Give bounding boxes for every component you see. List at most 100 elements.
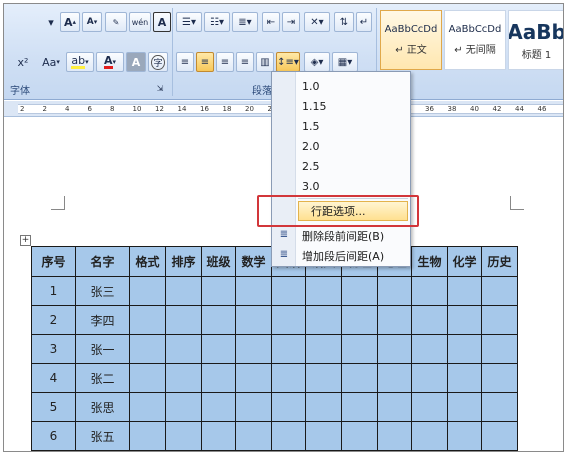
table-header-cell[interactable]: 数学	[235, 246, 272, 277]
table-cell[interactable]	[447, 305, 482, 335]
table-cell[interactable]	[377, 392, 412, 422]
table-cell[interactable]	[201, 305, 236, 335]
table-cell[interactable]	[481, 392, 518, 422]
data-table[interactable]: 序号名字格式排序班级数学英语语文物理地理生物化学历史 1张三2李四3张一4张二5…	[31, 246, 518, 451]
table-cell[interactable]	[235, 334, 272, 364]
increase-indent-button[interactable]: ⇥	[282, 12, 300, 32]
table-cell[interactable]	[235, 392, 272, 422]
table-cell[interactable]	[305, 392, 342, 422]
table-cell[interactable]	[447, 276, 482, 306]
table-cell[interactable]	[411, 276, 448, 306]
sort-button[interactable]: ⇅	[334, 12, 354, 32]
table-cell[interactable]	[235, 363, 272, 393]
table-cell[interactable]	[377, 363, 412, 393]
table-cell[interactable]	[411, 305, 448, 335]
add-space-after-item[interactable]: 增加段后间距(A)	[298, 246, 408, 266]
table-cell[interactable]: 2	[31, 305, 76, 335]
table-cell[interactable]	[481, 421, 518, 451]
table-cell[interactable]	[341, 392, 378, 422]
table-cell[interactable]	[481, 276, 518, 306]
align-right-button[interactable]: ≡	[216, 52, 234, 72]
table-cell[interactable]: 张二	[75, 363, 130, 393]
table-cell[interactable]	[165, 363, 202, 393]
table-cell[interactable]	[481, 305, 518, 335]
table-cell[interactable]	[411, 334, 448, 364]
table-cell[interactable]	[341, 363, 378, 393]
table-cell[interactable]	[341, 334, 378, 364]
table-header-cell[interactable]: 格式	[129, 246, 166, 277]
table-cell[interactable]	[235, 421, 272, 451]
table-move-handle[interactable]: +	[20, 235, 31, 246]
table-cell[interactable]	[271, 334, 306, 364]
table-cell[interactable]: 3	[31, 334, 76, 364]
strikethrough-button[interactable]: x²	[8, 52, 38, 72]
line-spacing-option[interactable]: 3.0	[298, 176, 408, 196]
line-spacing-option[interactable]: 1.0	[298, 76, 408, 96]
table-cell[interactable]	[447, 363, 482, 393]
font-dialog-launcher[interactable]: ⇲	[154, 82, 166, 94]
table-cell[interactable]	[377, 305, 412, 335]
style-no-spacing[interactable]: AaBbCcDd ↵ 无间隔	[444, 10, 506, 70]
table-cell[interactable]	[201, 363, 236, 393]
font-size-dropdown-arrow[interactable]: ▾	[44, 12, 58, 32]
multilevel-list-button[interactable]: ≣▾	[232, 12, 258, 32]
table-cell[interactable]	[305, 421, 342, 451]
shrink-font-button[interactable]: A ▾	[82, 12, 102, 32]
decrease-indent-button[interactable]: ⇤	[262, 12, 280, 32]
table-cell[interactable]	[341, 421, 378, 451]
table-cell[interactable]	[305, 305, 342, 335]
table-cell[interactable]: 张思	[75, 392, 130, 422]
font-color-button[interactable]: A ▾	[96, 52, 124, 72]
table-cell[interactable]	[271, 363, 306, 393]
table-cell[interactable]	[165, 334, 202, 364]
line-spacing-option[interactable]: 2.0	[298, 136, 408, 156]
align-left-button[interactable]: ≡	[176, 52, 194, 72]
grow-font-button[interactable]: A ▴	[60, 12, 80, 32]
table-header-cell[interactable]: 历史	[481, 246, 518, 277]
numbering-button[interactable]: ☷▾	[204, 12, 230, 32]
table-cell[interactable]	[165, 305, 202, 335]
table-cell[interactable]	[129, 363, 166, 393]
phonetic-guide-button[interactable]: wén	[129, 12, 151, 32]
table-cell[interactable]	[201, 392, 236, 422]
table-cell[interactable]	[129, 305, 166, 335]
show-marks-button[interactable]: ↵	[356, 12, 372, 32]
bullets-button[interactable]: ☰▾	[176, 12, 202, 32]
table-cell[interactable]	[447, 392, 482, 422]
table-cell[interactable]: 张一	[75, 334, 130, 364]
table-header-cell[interactable]: 排序	[165, 246, 202, 277]
table-cell[interactable]	[201, 276, 236, 306]
borders-button[interactable]: ▦▾	[332, 52, 358, 72]
table-cell[interactable]	[165, 392, 202, 422]
table-cell[interactable]	[377, 276, 412, 306]
change-case-button[interactable]: Aa ▾	[38, 52, 64, 72]
table-cell[interactable]	[201, 334, 236, 364]
chinese-layout-button[interactable]: ✕▾	[304, 12, 330, 32]
table-cell[interactable]	[305, 276, 342, 306]
table-cell[interactable]	[447, 334, 482, 364]
table-cell[interactable]	[341, 276, 378, 306]
line-spacing-option[interactable]: 1.5	[298, 116, 408, 136]
table-header-cell[interactable]: 名字	[75, 246, 130, 277]
table-cell[interactable]	[235, 276, 272, 306]
line-spacing-button[interactable]: ↕≡▾	[276, 52, 300, 72]
table-cell[interactable]	[447, 421, 482, 451]
table-cell[interactable]: 1	[31, 276, 76, 306]
table-cell[interactable]	[271, 276, 306, 306]
table-cell[interactable]	[129, 334, 166, 364]
table-cell[interactable]: 张三	[75, 276, 130, 306]
table-cell[interactable]	[165, 276, 202, 306]
table-cell[interactable]	[341, 305, 378, 335]
character-shading-button[interactable]: A	[126, 52, 146, 72]
character-border-button[interactable]: A	[153, 12, 171, 32]
highlight-color-button[interactable]: ab ▾	[66, 52, 94, 72]
table-cell[interactable]	[129, 392, 166, 422]
table-cell[interactable]	[411, 421, 448, 451]
table-cell[interactable]	[305, 363, 342, 393]
table-cell[interactable]: 4	[31, 363, 76, 393]
table-cell[interactable]: 5	[31, 392, 76, 422]
distributed-button[interactable]: ▥	[256, 52, 274, 72]
table-cell[interactable]	[129, 421, 166, 451]
table-cell[interactable]	[271, 392, 306, 422]
table-header-cell[interactable]: 化学	[447, 246, 482, 277]
